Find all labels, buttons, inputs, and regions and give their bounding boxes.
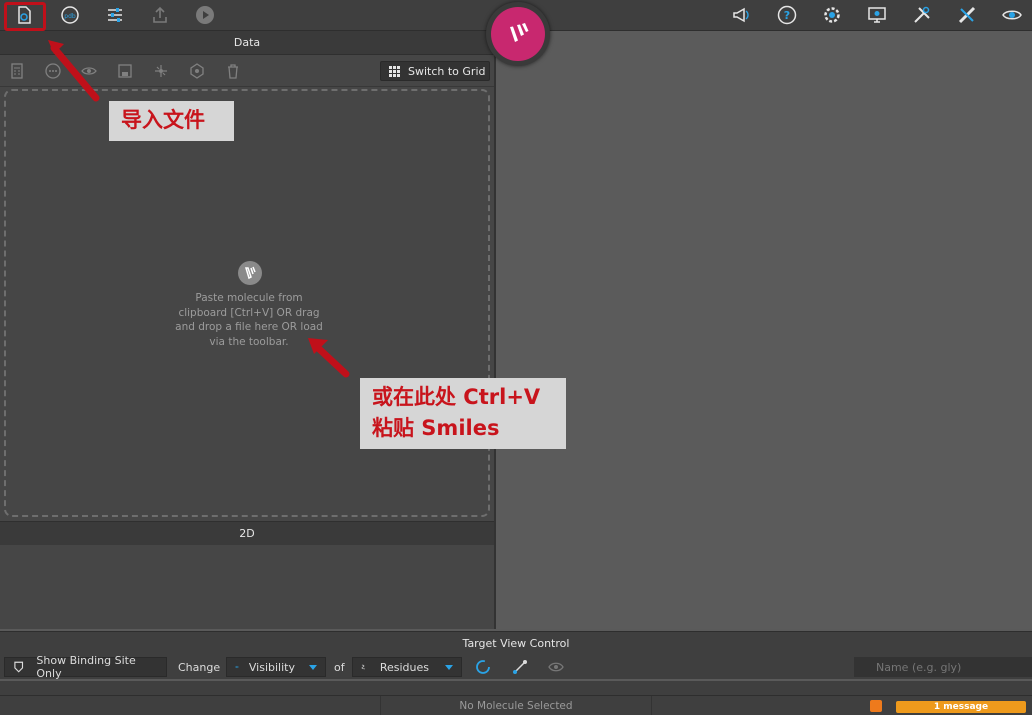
eye-icon — [235, 665, 239, 669]
svg-text:pdb: pdb — [64, 13, 76, 20]
badge-icon[interactable] — [188, 62, 206, 80]
app-logo-icon — [510, 23, 529, 42]
play-icon[interactable] — [194, 4, 216, 26]
of-label: of — [334, 660, 345, 674]
molecule-drop-zone[interactable]: Paste molecule from clipboard [Ctrl+V] O… — [4, 89, 490, 517]
shield-icon — [14, 661, 24, 673]
annotation-paste-hint: 或在此处 Ctrl+V 粘贴 Smiles — [360, 378, 566, 449]
gear-icon[interactable] — [821, 4, 843, 26]
drop-instructions: Paste molecule from clipboard [Ctrl+V] O… — [175, 292, 323, 348]
chevron-down-icon — [309, 664, 317, 670]
file-icon[interactable]: pdb — [59, 4, 81, 26]
2d-panel-body — [0, 545, 494, 629]
annotation-paste-line2: 粘贴 Smiles — [372, 416, 500, 440]
upload-icon[interactable] — [149, 4, 171, 26]
network-icon[interactable] — [152, 62, 170, 80]
app-logo[interactable] — [491, 7, 545, 61]
annotation-paste-line1: 或在此处 Ctrl+V — [372, 385, 541, 409]
app-logo-ring — [486, 2, 550, 66]
residues-value: Residues — [379, 660, 429, 674]
target-view-controls-row: Show Binding Site Only Change Visibility… — [0, 654, 1032, 680]
calculator-icon[interactable] — [8, 62, 26, 80]
help-icon[interactable]: ? — [776, 4, 798, 26]
reset-view-icon[interactable] — [475, 657, 491, 677]
target-view-title: Target View Control — [462, 636, 570, 650]
grid-icon — [389, 65, 400, 77]
data-panel: Data Switch to Grid Paste molecule from … — [0, 31, 494, 629]
save-icon[interactable] — [116, 62, 134, 80]
app-window: pdb ? Data Switch to Grid Paste molecule… — [0, 0, 1032, 715]
monitor-icon[interactable] — [866, 4, 888, 26]
trash-icon[interactable] — [224, 62, 242, 80]
visibility-value: Visibility — [248, 660, 295, 674]
import-file-icon[interactable] — [13, 4, 35, 26]
alert-icon[interactable] — [870, 700, 882, 712]
show-binding-site-label: Show Binding Site Only — [36, 654, 136, 680]
surface-icon[interactable] — [547, 657, 565, 677]
ruler-icon[interactable] — [956, 4, 978, 26]
switch-to-grid-button[interactable]: Switch to Grid — [380, 61, 490, 81]
message-badge[interactable]: 1 message — [896, 701, 1026, 713]
target-view-control: Target View Control Show Binding Site On… — [0, 631, 1032, 680]
residue-name-search-input[interactable] — [854, 657, 1032, 677]
visibility-dropdown[interactable]: Visibility — [226, 657, 326, 677]
change-label: Change — [178, 660, 221, 674]
show-binding-site-toggle[interactable]: Show Binding Site Only — [4, 654, 167, 680]
molecule-logo-icon — [238, 261, 262, 285]
2d-panel-title: 2D — [0, 521, 494, 545]
chevron-down-icon — [445, 664, 453, 670]
switch-to-grid-label: Switch to Grid — [408, 64, 486, 78]
annotation-arrow-paste-icon — [308, 338, 350, 378]
annotation-arrow-import-icon — [48, 40, 100, 102]
megaphone-icon[interactable] — [730, 4, 752, 26]
3d-viewport[interactable] — [496, 31, 1032, 629]
bond-icon[interactable] — [512, 657, 528, 677]
settings-sliders-icon[interactable] — [104, 4, 126, 26]
residue-icon — [361, 664, 365, 670]
residues-dropdown[interactable]: Residues — [352, 657, 462, 677]
status-bar: No Molecule Selected 1 message — [0, 681, 1032, 715]
svg-text:?: ? — [784, 9, 790, 22]
selection-status: No Molecule Selected — [380, 696, 652, 715]
tools-icon[interactable] — [911, 4, 933, 26]
eye-icon[interactable] — [1001, 4, 1023, 26]
annotation-import-file: 导入文件 — [109, 101, 234, 141]
